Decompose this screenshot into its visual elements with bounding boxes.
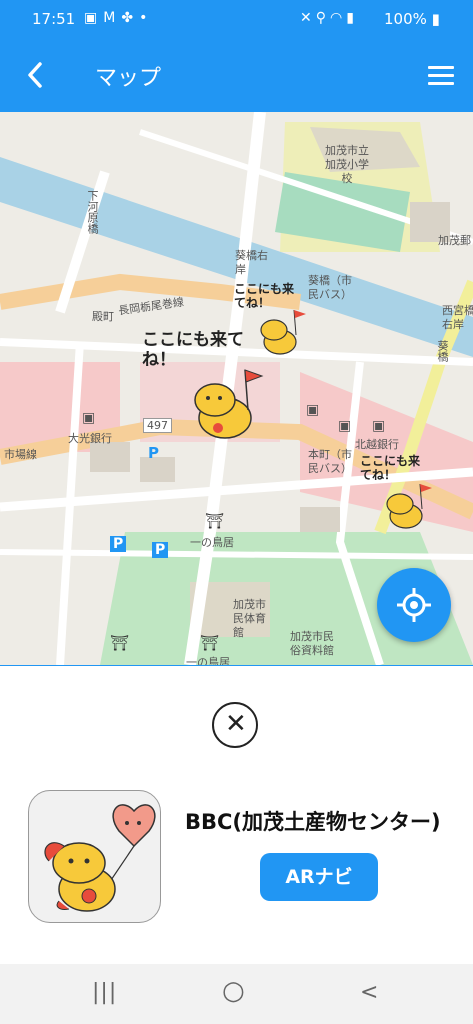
place-name: BBC(加茂土産物センター) (185, 810, 441, 834)
dot-icon: • (139, 10, 154, 26)
close-button[interactable]: ✕ (212, 702, 258, 748)
map-label-ichinotorii: 一の鳥居 (190, 536, 234, 549)
location-icon: ⚲ (315, 10, 330, 26)
map-label-nishimiya: 西宮橋 右岸 (442, 304, 473, 331)
map-label-tonomachi: 殿町 (92, 310, 114, 323)
parking-icon: P (152, 542, 169, 558)
ar-navi-button[interactable]: ARナビ (260, 853, 378, 901)
map-label-kamo-post: 加茂郵 (438, 234, 471, 247)
back-arrow-icon (28, 62, 42, 88)
map-label-gym: 加茂市 民体育 館 (233, 598, 266, 639)
battery-text: 100% (384, 10, 427, 28)
status-bar: 17:51 ▣M✤• ✕⚲◠▮ 100% ▮ (0, 0, 473, 38)
map-label-shimokawara: 下河原橋 (86, 190, 99, 234)
map-marker-mascot[interactable]: ここにも来てね！ (358, 452, 438, 534)
parking-icon: P (148, 444, 159, 462)
bank-icon: ▣ (372, 418, 386, 434)
map-label-museum: 加茂市民 俗資料館 (290, 630, 334, 657)
my-location-button[interactable] (377, 568, 451, 642)
callout-text: ここにも来てね！ (234, 282, 295, 310)
system-nav-bar: ||| ○ < (0, 964, 473, 1024)
battery-icon: ▮ (431, 10, 440, 28)
app-bar: マップ (0, 38, 473, 112)
notification-icons: ▣M✤• (84, 10, 153, 26)
image-icon: ▣ (84, 10, 104, 26)
map-label-ichinotorii-2: 一の鳥居 (186, 656, 230, 666)
clock: 17:51 (32, 10, 76, 28)
system-icons: ✕⚲◠▮ (300, 10, 358, 26)
menu-icon (428, 66, 454, 69)
bank-icon: ▣ (338, 418, 352, 434)
battery-level: 100% ▮ (384, 10, 440, 28)
callout-text: ここにも来てね！ (360, 454, 421, 482)
mute-icon: ✕ (300, 10, 316, 26)
gmail-icon: M (103, 10, 122, 26)
map-marker-mascot[interactable]: ここにも来てね！ (232, 280, 312, 360)
close-icon: ✕ (225, 709, 247, 739)
map-label-aoi-bridge-vertical: 葵橋 (436, 340, 449, 362)
page-title: マップ (95, 66, 162, 91)
map-label-hokuetsu-bank: 北越銀行 (355, 438, 399, 451)
map-label-aoi-bridge-bus: 葵橋（市 民バス） (308, 274, 352, 301)
bank-icon: ▣ (306, 402, 320, 418)
map-label-shijo-line: 市場線 (4, 448, 37, 461)
back-nav-button[interactable]: < (360, 980, 378, 1005)
torii-icon: ⛩ (205, 512, 225, 530)
recents-button[interactable]: ||| (92, 980, 117, 1005)
map-label-honmachi: 本町（市 民バス） (308, 448, 352, 475)
signal-icon: ▮ (346, 10, 358, 26)
back-button[interactable] (20, 58, 54, 92)
menu-button[interactable] (428, 66, 454, 86)
map-label-aoi-bridge-right: 葵橋右 岸 (235, 249, 268, 276)
torii-icon: ⛩ (200, 634, 220, 652)
crosshair-icon (397, 588, 431, 622)
map-label-bank: 大光銀行 (68, 432, 112, 445)
place-thumbnail (28, 790, 161, 923)
map-label-school: 加茂市立 加茂小学 校 (325, 144, 369, 185)
mascot-balloon-image (44, 804, 156, 912)
wifi-icon: ◠ (330, 10, 347, 26)
home-button[interactable]: ○ (222, 976, 245, 1006)
fan-icon: ✤ (121, 10, 140, 26)
torii-icon: ⛩ (110, 634, 130, 652)
parking-icon: P (110, 536, 127, 552)
bank-icon: ▣ (82, 410, 96, 426)
